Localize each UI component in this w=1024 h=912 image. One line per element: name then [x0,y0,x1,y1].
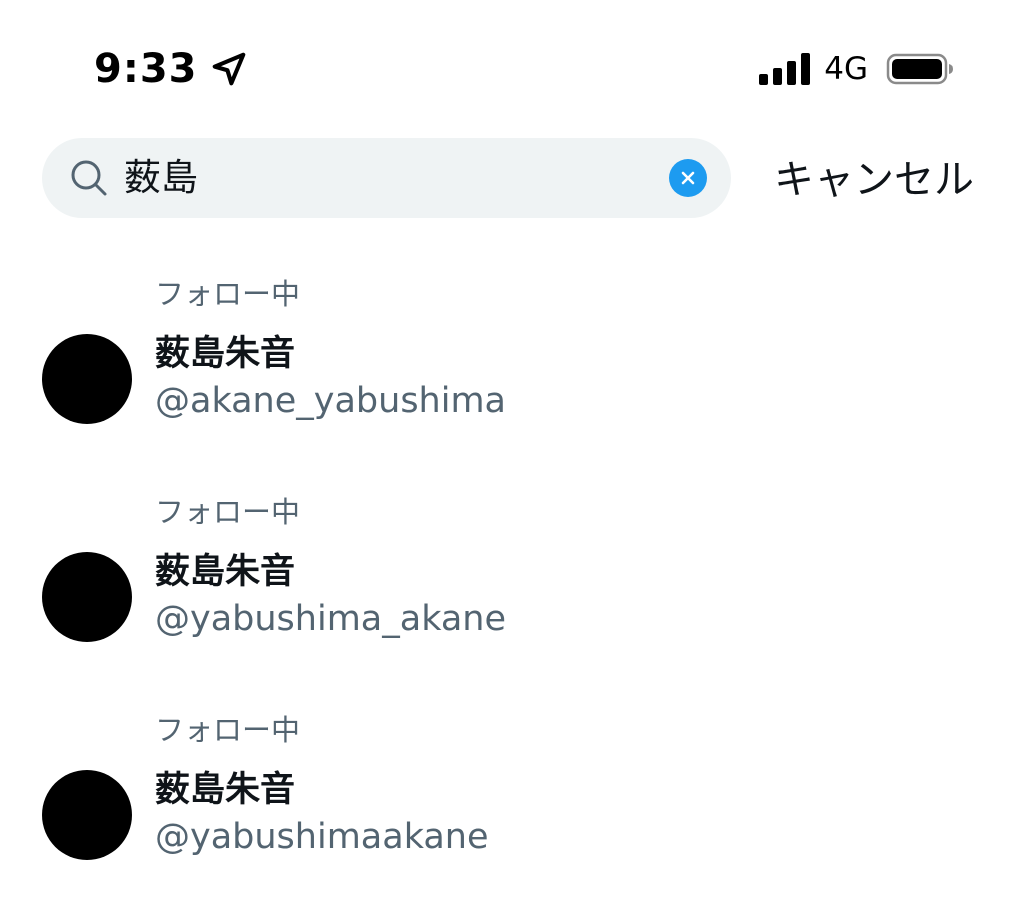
avatar[interactable] [42,770,132,860]
location-arrow-icon [212,52,245,86]
clear-icon [681,171,695,185]
following-label: フォロー中 [155,277,301,311]
search-field[interactable]: 薮島 [42,138,731,218]
cellular-signal-icon [759,53,811,85]
status-time: 9:33 [94,46,198,92]
battery-icon [886,53,953,85]
status-time-group: 9:33 [94,44,248,94]
user-handle: @yabushima_akane [155,599,507,639]
clear-search-button[interactable] [669,159,707,197]
following-label: フォロー中 [155,495,301,529]
search-input[interactable]: 薮島 [124,138,198,218]
user-display-name: 薮島朱音 [155,770,296,810]
user-result-item[interactable]: フォロー中 薮島朱音 @yabushimaakane [0,694,1024,912]
user-result-item[interactable]: フォロー中 薮島朱音 @akane_yabushima [0,258,1024,476]
status-bar: 9:33 4G [0,0,1024,130]
following-label: フォロー中 [155,713,301,747]
user-display-name: 薮島朱音 [155,552,296,592]
cancel-button[interactable]: キャンセル [774,138,974,218]
avatar[interactable] [42,334,132,424]
avatar[interactable] [42,552,132,642]
network-type: 4G [824,51,868,87]
user-result-item[interactable]: フォロー中 薮島朱音 @yabushima_akane [0,476,1024,694]
user-handle: @akane_yabushima [155,381,507,421]
user-display-name: 薮島朱音 [155,334,296,374]
status-indicators: 4G [759,49,956,89]
search-results-list: フォロー中 薮島朱音 @akane_yabushima フォロー中 薮島朱音 @… [0,258,1024,912]
search-icon [71,160,107,196]
user-handle: @yabushimaakane [155,817,489,857]
